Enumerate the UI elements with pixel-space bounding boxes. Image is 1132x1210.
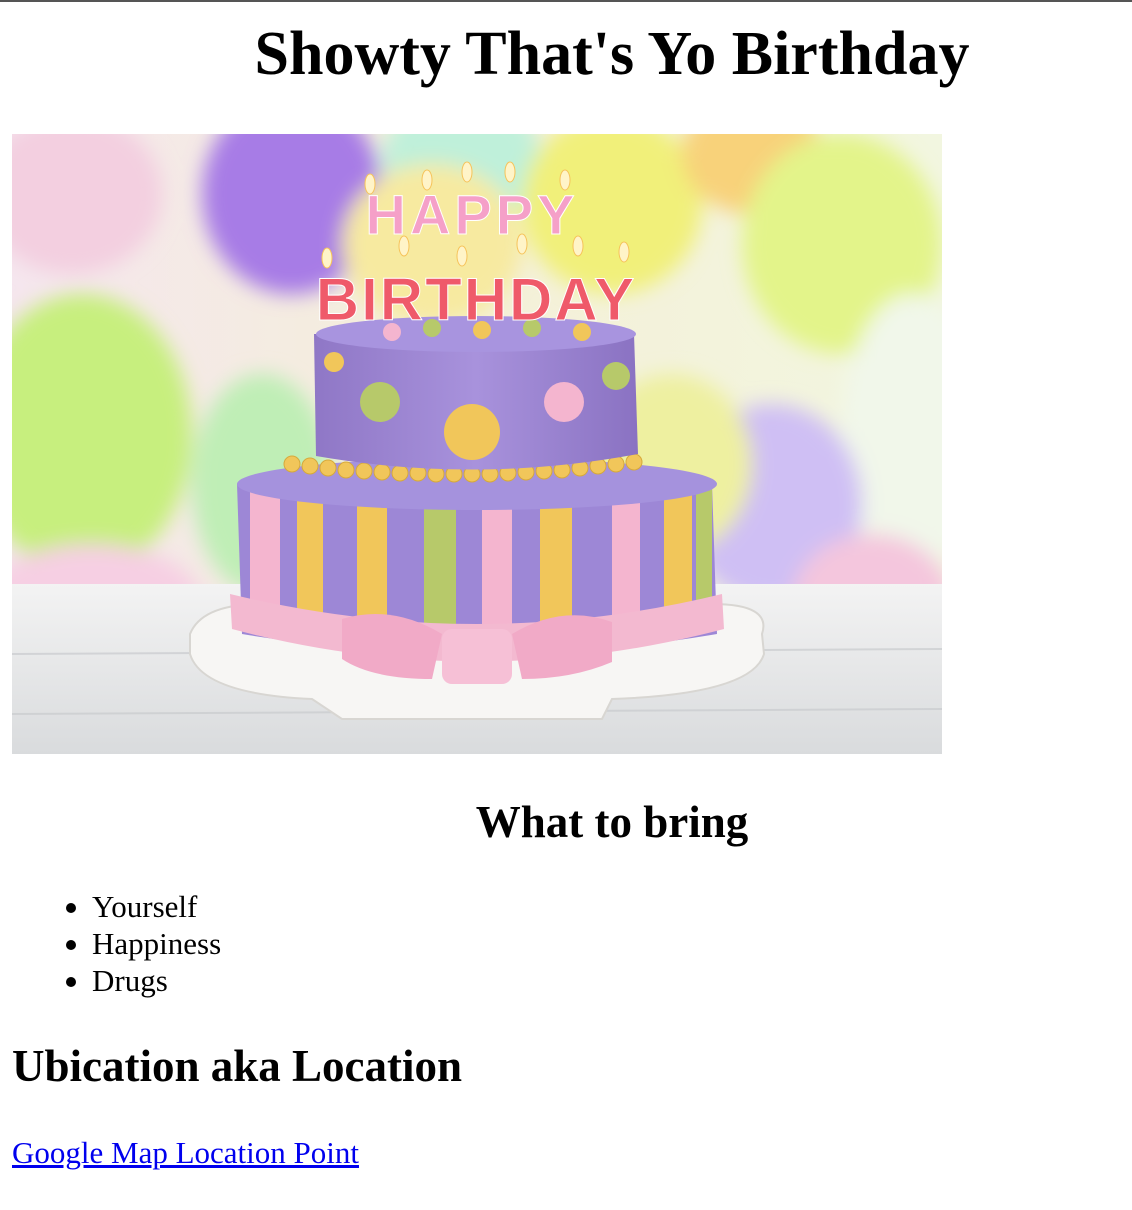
- list-item: Drugs: [65, 962, 221, 999]
- what-to-bring-heading: What to bring: [475, 797, 749, 847]
- google-map-link[interactable]: Google Map Location Point: [12, 1134, 359, 1171]
- birthday-cake-image: HAPPY BIRTHDAY: [12, 134, 942, 754]
- page-title: Showty That's Yo Birthday: [254, 20, 970, 88]
- list-item: Yourself: [65, 888, 221, 925]
- bring-list: Yourself Happiness Drugs: [65, 888, 222, 999]
- candle-text-happy: HAPPY: [366, 183, 579, 246]
- candle-text-birthday: BIRTHDAY: [316, 266, 636, 333]
- list-item: Happiness: [65, 926, 222, 961]
- top-border: [0, 0, 1132, 2]
- location-heading: Ubication aka Location: [12, 1041, 463, 1091]
